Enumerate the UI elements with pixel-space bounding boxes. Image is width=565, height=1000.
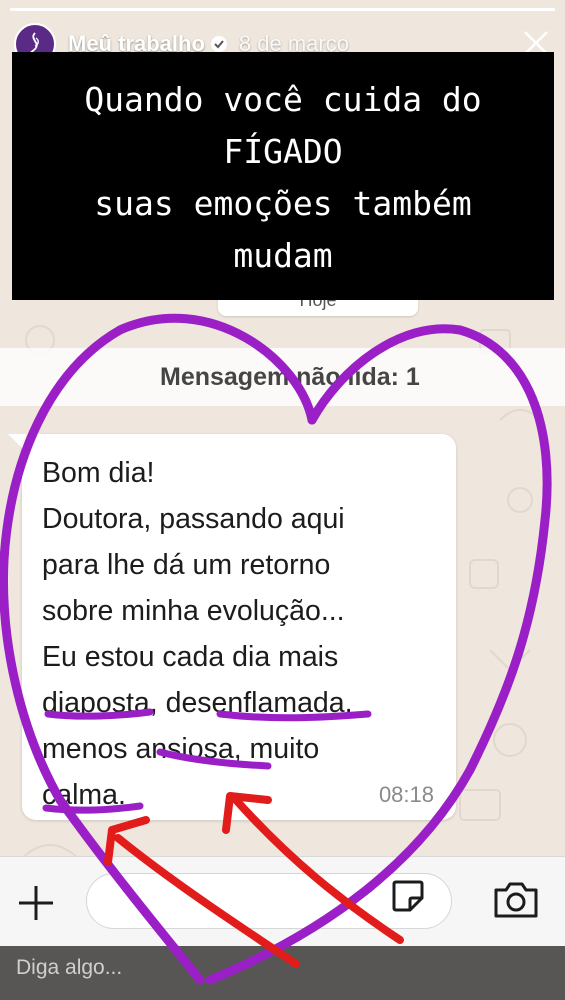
message-bubble: Bom dia! Doutora, passando aqui para lhe… [22, 434, 456, 820]
sticker-icon[interactable] [390, 878, 426, 914]
message-text: Bom dia! Doutora, passando aqui para lhe… [42, 457, 353, 811]
message-timestamp: 08:18 [378, 782, 434, 807]
verified-icon [210, 36, 227, 52]
camera-icon[interactable] [492, 880, 540, 920]
story-caption: Quando você cuida do FÍGADO suas emoções… [12, 52, 554, 300]
caption-line: mudam [233, 236, 333, 275]
caption-line: FÍGADO [223, 132, 343, 171]
plus-icon[interactable] [16, 883, 56, 923]
story-view: Meû trabalho 8 de março Quando você cuid… [0, 0, 565, 1000]
story-progress-fill [10, 8, 555, 11]
caption-line: suas emoções também [94, 184, 472, 223]
caption-line: Quando você cuida do [84, 80, 482, 119]
unread-messages-banner: Mensagem não lida: 1 [0, 348, 565, 406]
reply-input[interactable] [16, 956, 316, 980]
story-reply-bar [0, 946, 565, 1000]
story-progress-bar [10, 8, 555, 11]
chat-input-bar [0, 856, 565, 946]
